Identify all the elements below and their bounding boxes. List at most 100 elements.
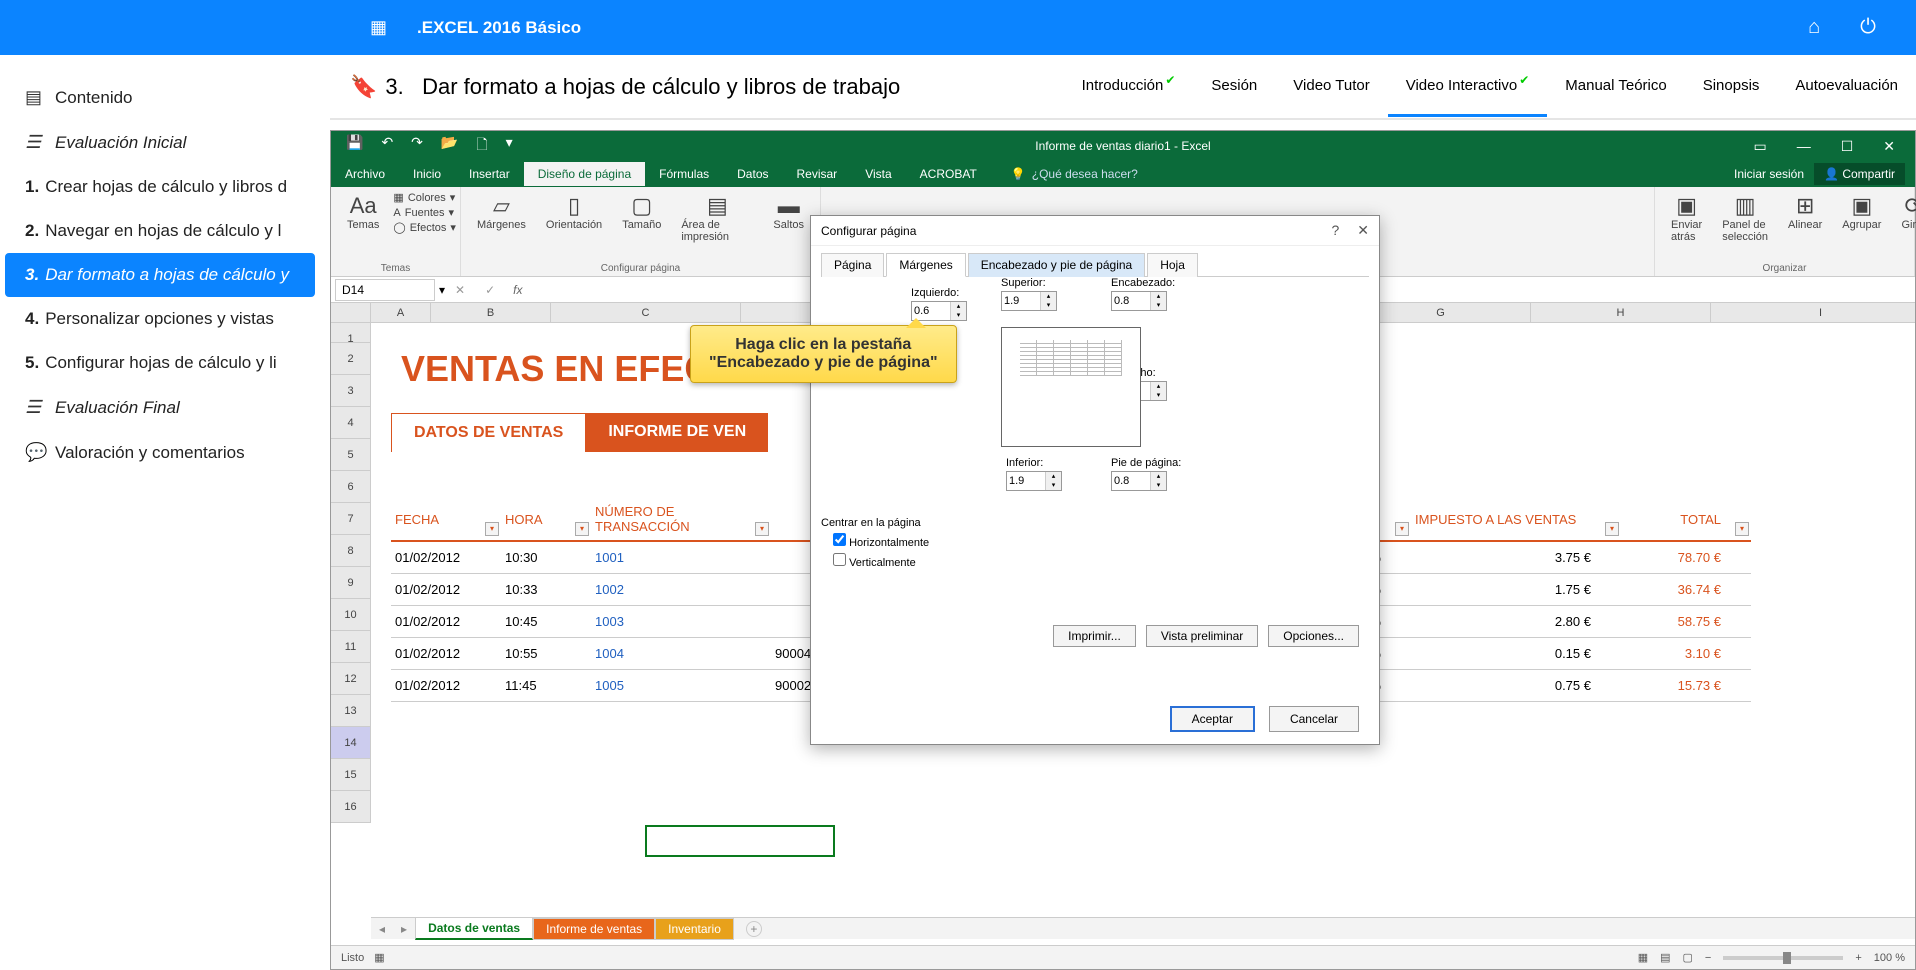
name-box[interactable]	[335, 279, 435, 301]
sidebar-item-5[interactable]: 5.Configurar hojas de cálculo y li	[5, 341, 315, 385]
open-icon[interactable]: 📂	[441, 134, 458, 158]
fuentes-button[interactable]: A Fuentes ▾	[393, 206, 456, 219]
tab-tutor[interactable]: Video Tutor	[1275, 57, 1387, 117]
imprimir-button[interactable]: Imprimir...	[1053, 625, 1136, 647]
spinner-icon[interactable]: ▴▾	[1045, 472, 1061, 490]
tab-manual[interactable]: Manual Teórico	[1547, 57, 1684, 117]
tab-sinopsis[interactable]: Sinopsis	[1685, 57, 1778, 117]
row-header[interactable]: 16	[331, 791, 371, 823]
input-pie[interactable]	[1112, 472, 1150, 490]
checkbox-horizontal[interactable]: Horizontalmente	[833, 533, 1101, 549]
sheet-tab-informe[interactable]: Informe de ventas	[533, 918, 655, 940]
th-imp[interactable]: IMPUESTO A LAS VENTAS▾	[1411, 498, 1621, 541]
orientacion-button[interactable]: ▯Orientación	[540, 191, 608, 245]
row-header[interactable]: 5	[331, 439, 371, 471]
row-header[interactable]: 9	[331, 567, 371, 599]
dialog-tab-margenes[interactable]: Márgenes	[886, 253, 965, 277]
menu-vista[interactable]: Vista	[851, 162, 905, 186]
col-header[interactable]: H	[1531, 303, 1711, 322]
opciones-button[interactable]: Opciones...	[1268, 625, 1359, 647]
row-header[interactable]: 2	[331, 343, 371, 375]
view-layout-icon[interactable]: ▤	[1660, 951, 1670, 964]
enviar-atras-button[interactable]: ▣Enviar atrás	[1665, 191, 1708, 245]
cancelar-button[interactable]: Cancelar	[1269, 706, 1359, 732]
spinner-icon[interactable]: ▴▾	[1040, 292, 1056, 310]
dialog-close-icon[interactable]: ✕	[1357, 222, 1369, 239]
cancel-fx-icon[interactable]: ✕	[455, 283, 465, 297]
add-sheet-icon[interactable]: +	[746, 921, 762, 937]
panel-button[interactable]: ▥Panel de selección	[1716, 191, 1774, 245]
spinner-icon[interactable]: ▴▾	[1150, 382, 1166, 400]
select-all-corner[interactable]	[331, 303, 371, 323]
tab-sesion[interactable]: Sesión	[1193, 57, 1275, 117]
row-header[interactable]: 8	[331, 535, 371, 567]
tab-informe-ventas[interactable]: INFORME DE VEN	[586, 413, 768, 452]
menu-datos[interactable]: Datos	[723, 162, 782, 186]
zoom-in-icon[interactable]: +	[1855, 952, 1861, 964]
row-header[interactable]: 7	[331, 503, 371, 535]
row-header[interactable]: 10	[331, 599, 371, 631]
row-header[interactable]: 6	[331, 471, 371, 503]
sidebar-item-3[interactable]: 3.Dar formato a hojas de cálculo y	[5, 253, 315, 297]
sidebar-contenido[interactable]: ▤Contenido	[5, 75, 315, 120]
menu-acrobat[interactable]: ACROBAT	[906, 162, 991, 186]
bookmark-icon[interactable]: 🔖	[350, 74, 377, 100]
spinner-icon[interactable]: ▴▾	[1150, 472, 1166, 490]
menu-revisar[interactable]: Revisar	[783, 162, 852, 186]
dialog-tab-pagina[interactable]: Página	[821, 253, 884, 277]
view-normal-icon[interactable]: ▦	[1638, 951, 1648, 964]
power-icon[interactable]: ⏻	[1860, 16, 1876, 39]
preliminar-button[interactable]: Vista preliminar	[1146, 625, 1258, 647]
sheet-tab-datos[interactable]: Datos de ventas	[415, 917, 533, 940]
input-superior[interactable]	[1002, 292, 1040, 310]
menu-inicio[interactable]: Inicio	[399, 162, 455, 186]
row-header[interactable]: 3	[331, 375, 371, 407]
zoom-slider[interactable]	[1723, 956, 1843, 960]
maximize-icon[interactable]: ☐	[1841, 138, 1854, 155]
margenes-button[interactable]: ▱Márgenes	[471, 191, 532, 245]
row-header[interactable]: 13	[331, 695, 371, 727]
filter-icon[interactable]: ▾	[485, 522, 499, 536]
new-icon[interactable]: 🗋	[476, 134, 487, 158]
undo-icon[interactable]: ↶	[381, 134, 393, 158]
spinner-icon[interactable]: ▴▾	[1150, 292, 1166, 310]
row-header[interactable]: 4	[331, 407, 371, 439]
qat-dropdown-icon[interactable]: ▾	[506, 134, 513, 158]
input-encabezado[interactable]	[1112, 292, 1150, 310]
colores-button[interactable]: ▦ Colores ▾	[393, 191, 456, 204]
girar-button[interactable]: ⟳Girar	[1895, 191, 1916, 245]
macro-icon[interactable]: ▦	[374, 951, 384, 964]
th-hora[interactable]: HORA▾	[501, 498, 591, 541]
zoom-out-icon[interactable]: −	[1705, 952, 1711, 964]
col-header[interactable]: B	[431, 303, 551, 322]
sheet-nav-next-icon[interactable]: ▸	[393, 922, 415, 936]
filter-icon[interactable]: ▾	[575, 522, 589, 536]
filter-icon[interactable]: ▾	[1735, 522, 1749, 536]
agrupar-button[interactable]: ▣Agrupar	[1836, 191, 1887, 245]
efectos-button[interactable]: ◯ Efectos ▾	[393, 221, 456, 234]
sidebar-item-2[interactable]: 2.Navegar en hojas de cálculo y l	[5, 209, 315, 253]
row-header[interactable]: 14	[331, 727, 371, 759]
signin-link[interactable]: Iniciar sesión	[1734, 167, 1804, 181]
menu-formulas[interactable]: Fórmulas	[645, 162, 723, 186]
menu-diseno[interactable]: Diseño de página	[524, 162, 645, 186]
tamano-button[interactable]: ▢Tamaño	[616, 191, 667, 245]
col-header[interactable]: C	[551, 303, 741, 322]
share-button[interactable]: 👤 Compartir	[1814, 163, 1905, 185]
home-icon[interactable]: ⌂	[1808, 16, 1820, 39]
menu-insertar[interactable]: Insertar	[455, 162, 524, 186]
area-button[interactable]: ▤Área de impresión	[675, 191, 759, 245]
sidebar-item-1[interactable]: 1.Crear hojas de cálculo y libros d	[5, 165, 315, 209]
col-header[interactable]: A	[371, 303, 431, 322]
th-trans[interactable]: NÚMERO DE TRANSACCIÓN▾	[591, 498, 771, 541]
sidebar-valoracion[interactable]: 💬Valoración y comentarios	[5, 430, 315, 475]
input-inferior[interactable]	[1007, 472, 1045, 490]
col-header[interactable]: I	[1711, 303, 1915, 322]
enter-fx-icon[interactable]: ✓	[485, 283, 495, 297]
filter-icon[interactable]: ▾	[1605, 522, 1619, 536]
minimize-icon[interactable]: —	[1797, 138, 1811, 155]
spinner-icon[interactable]: ▴▾	[950, 302, 966, 320]
ribbon-options-icon[interactable]: ▭	[1753, 138, 1766, 155]
dialog-tab-hoja[interactable]: Hoja	[1147, 253, 1198, 277]
temas-button[interactable]: AaTemas	[341, 191, 385, 234]
